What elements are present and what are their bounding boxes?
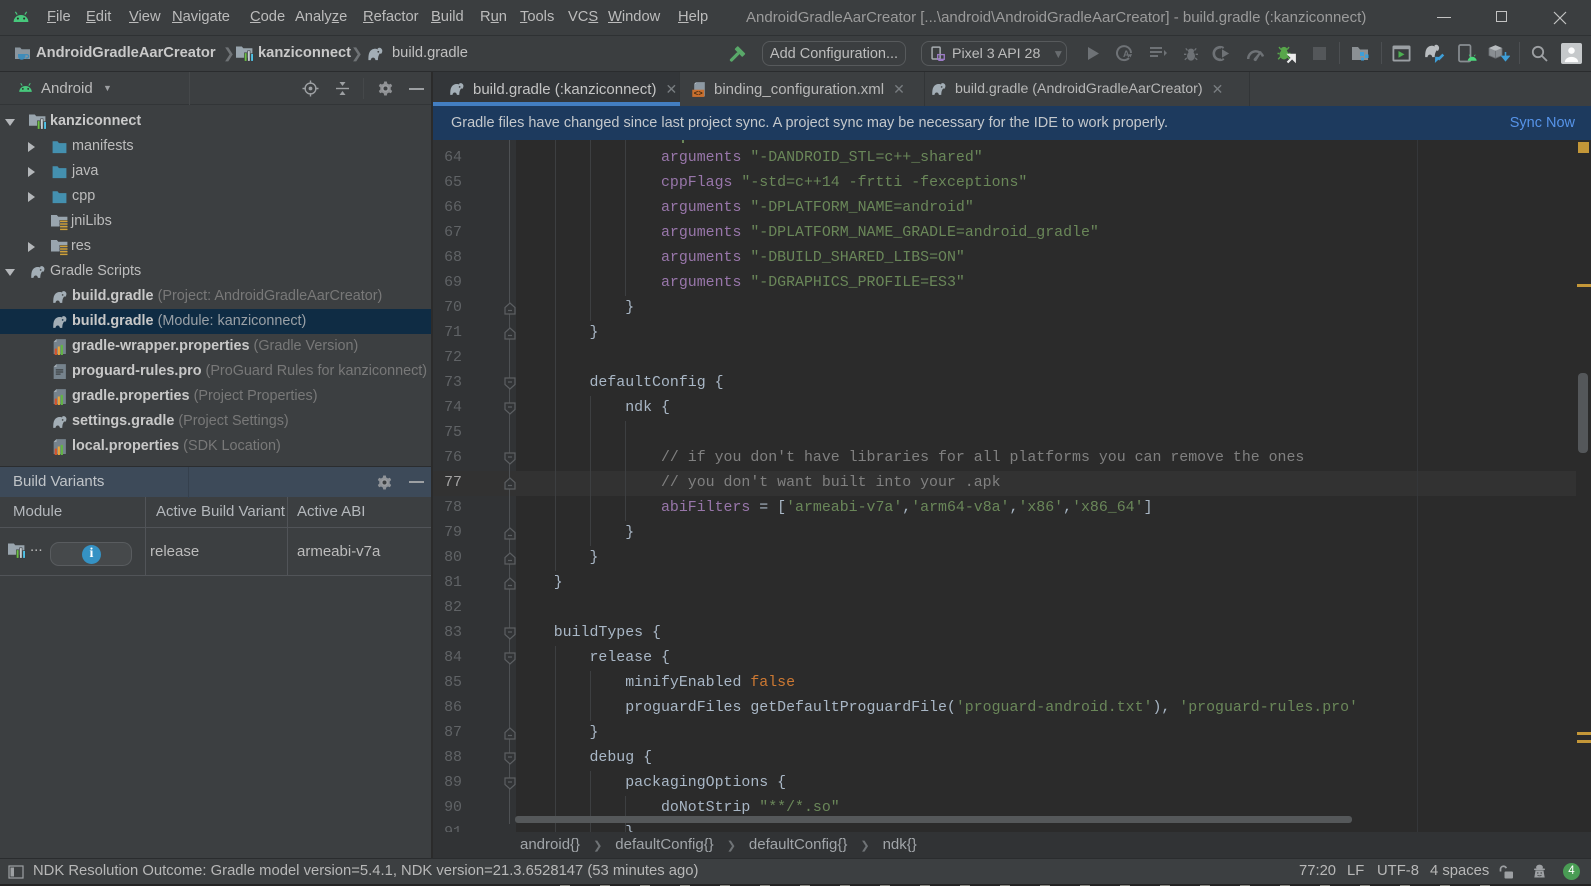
svg-text:A: A (1123, 49, 1130, 59)
